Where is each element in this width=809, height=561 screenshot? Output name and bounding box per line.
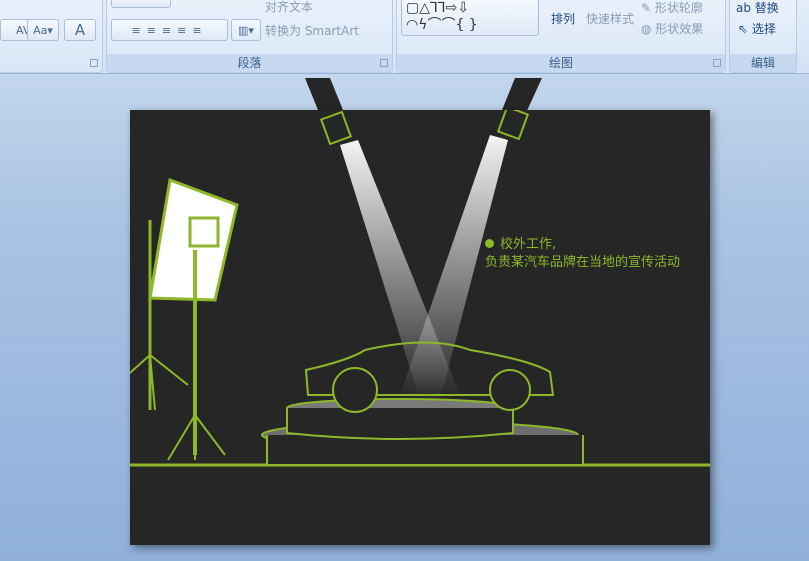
turntable-side: [286, 408, 514, 440]
stage-illustration: [130, 110, 710, 467]
bullet-continuation: 负责某汽车品牌在当地的宣传活动: [485, 255, 681, 270]
spotlight-right-icon: [496, 110, 530, 141]
softbox-tripod: [130, 354, 189, 411]
bullet-icon: [485, 239, 494, 248]
spotlight-left-icon: [319, 110, 353, 146]
bullet-item: 校外工作,: [485, 236, 680, 254]
slide: [130, 110, 710, 545]
slide-text: 校外工作, 负责某汽车品牌在当地的宣传活动: [485, 236, 680, 272]
car-wheel-rear: [489, 369, 531, 411]
car-wheel-front: [332, 367, 378, 413]
